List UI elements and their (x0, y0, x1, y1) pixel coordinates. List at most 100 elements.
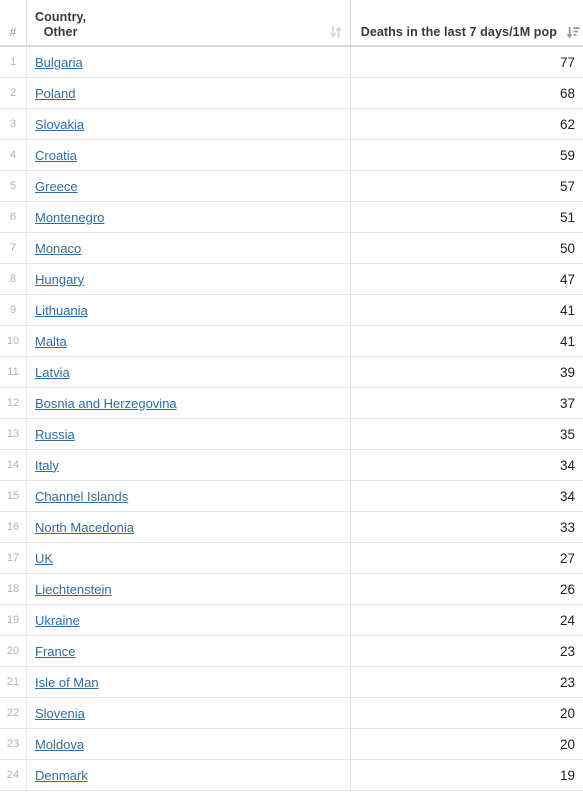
country-link[interactable]: Russia (35, 427, 75, 442)
row-rank: 6 (0, 201, 27, 233)
value-header-label: Deaths in the last 7 days/1M pop (360, 25, 557, 39)
row-country-cell: Montenegro (26, 201, 351, 233)
row-deaths-value: 26 (350, 573, 583, 605)
country-link[interactable]: Liechtenstein (35, 582, 112, 597)
row-rank: 14 (0, 449, 27, 481)
country-link[interactable]: North Macedonia (35, 520, 134, 535)
row-deaths-value: 41 (350, 325, 583, 357)
sort-both-icon[interactable] (330, 25, 342, 39)
row-rank: 5 (0, 170, 27, 202)
row-rank: 8 (0, 263, 27, 295)
country-link[interactable]: Montenegro (35, 210, 104, 225)
row-deaths-value: 51 (350, 201, 583, 233)
row-country-cell: UK (26, 542, 351, 574)
row-country-cell: Slovakia (26, 108, 351, 140)
row-deaths-value: 41 (350, 294, 583, 326)
row-rank: 1 (0, 46, 27, 78)
table-row: 11 Latvia 39 (0, 356, 583, 388)
row-rank: 17 (0, 542, 27, 574)
row-deaths-value: 77 (350, 46, 583, 78)
row-country-cell: Liechtenstein (26, 573, 351, 605)
row-country-cell: Croatia (26, 139, 351, 171)
row-deaths-value: 35 (350, 418, 583, 450)
sort-descending-icon[interactable] (567, 25, 580, 39)
table-body: 1 Bulgaria 77 2 Poland 68 3 Slovakia 6 2 4 Croatia 5… (0, 46, 583, 791)
row-deaths-value: 20 (350, 728, 583, 760)
table-row: 15 Channel Islands 34 (0, 480, 583, 512)
row-deaths-value: 59 (350, 139, 583, 171)
row-country-cell: Ukraine (26, 604, 351, 636)
table-row: 6 Montenegro 51 (0, 201, 583, 233)
country-header-label: Country, Other (35, 10, 87, 39)
row-deaths-value: 19 (350, 759, 583, 791)
country-link[interactable]: Latvia (35, 365, 70, 380)
row-deaths-value: 33 (350, 511, 583, 543)
table-row: 12 Bosnia and Herzegovina 37 (0, 387, 583, 419)
row-rank: 11 (0, 356, 27, 388)
row-country-cell: Moldova (26, 728, 351, 760)
country-link[interactable]: Monaco (35, 241, 81, 256)
table-row: 1 Bulgaria 77 (0, 46, 583, 78)
row-country-cell: Bosnia and Herzegovina (26, 387, 351, 419)
row-country-cell: Italy (26, 449, 351, 481)
row-rank: 24 (0, 759, 27, 791)
row-rank: 23 (0, 728, 27, 760)
country-link[interactable]: Isle of Man (35, 675, 99, 690)
country-link[interactable]: Bosnia and Herzegovina (35, 396, 177, 411)
country-link[interactable]: Italy (35, 458, 59, 473)
table-row: 22 Slovenia 20 (0, 697, 583, 729)
country-link[interactable]: France (35, 644, 75, 659)
country-link[interactable]: Greece (35, 179, 78, 194)
country-link[interactable]: Ukraine (35, 613, 80, 628)
row-rank: 13 (0, 418, 27, 450)
country-link[interactable]: Denmark (35, 768, 88, 783)
row-deaths-value: 57 (350, 170, 583, 202)
row-rank: 4 (0, 139, 27, 171)
country-link[interactable]: Hungary (35, 272, 84, 287)
row-rank: 3 (0, 108, 27, 140)
country-link[interactable]: Slovakia (35, 117, 84, 132)
table-row: 4 Croatia 59 (0, 139, 583, 171)
row-country-cell: Poland (26, 77, 351, 109)
row-country-cell: Lithuania (26, 294, 351, 326)
row-deaths-value: 37 (350, 387, 583, 419)
row-rank: 22 (0, 697, 27, 729)
row-country-cell: Latvia (26, 356, 351, 388)
row-country-cell: Channel Islands (26, 480, 351, 512)
country-deaths-table: # Country, Other Deaths in the last 7 da… (0, 0, 583, 791)
country-link[interactable]: Malta (35, 334, 67, 349)
table-row: 14 Italy 34 (0, 449, 583, 481)
row-deaths-value: 23 (350, 666, 583, 698)
row-deaths-value: 27 (350, 542, 583, 574)
row-rank: 20 (0, 635, 27, 667)
country-link[interactable]: Lithuania (35, 303, 88, 318)
country-link[interactable]: Slovenia (35, 706, 85, 721)
country-link[interactable]: Bulgaria (35, 55, 83, 70)
country-link[interactable]: Croatia (35, 148, 77, 163)
country-link[interactable]: UK (35, 551, 53, 566)
row-rank: 2 (0, 77, 27, 109)
table-header: # Country, Other Deaths in the last 7 da… (0, 0, 583, 47)
table-row: 8 Hungary 47 (0, 263, 583, 295)
column-header-rank[interactable]: # (0, 0, 27, 47)
row-country-cell: Hungary (26, 263, 351, 295)
table-row: 19 Ukraine 24 (0, 604, 583, 636)
row-deaths-value: 68 (350, 77, 583, 109)
row-country-cell: Russia (26, 418, 351, 450)
table-row: 3 Slovakia 62 (0, 108, 583, 140)
row-deaths-value: 50 (350, 232, 583, 264)
column-header-deaths-7d-per-1m[interactable]: Deaths in the last 7 days/1M pop (350, 0, 583, 47)
row-rank: 12 (0, 387, 27, 419)
table-row: 16 North Macedonia 33 (0, 511, 583, 543)
country-link[interactable]: Channel Islands (35, 489, 128, 504)
column-header-country[interactable]: Country, Other (26, 0, 351, 47)
row-deaths-value: 34 (350, 449, 583, 481)
table-row: 10 Malta 41 (0, 325, 583, 357)
row-rank: 16 (0, 511, 27, 543)
row-country-cell: Slovenia (26, 697, 351, 729)
row-country-cell: Isle of Man (26, 666, 351, 698)
table-row: 18 Liechtenstein 26 (0, 573, 583, 605)
table-row: 23 Moldova 20 (0, 728, 583, 760)
country-link[interactable]: Moldova (35, 737, 84, 752)
country-link[interactable]: Poland (35, 86, 75, 101)
